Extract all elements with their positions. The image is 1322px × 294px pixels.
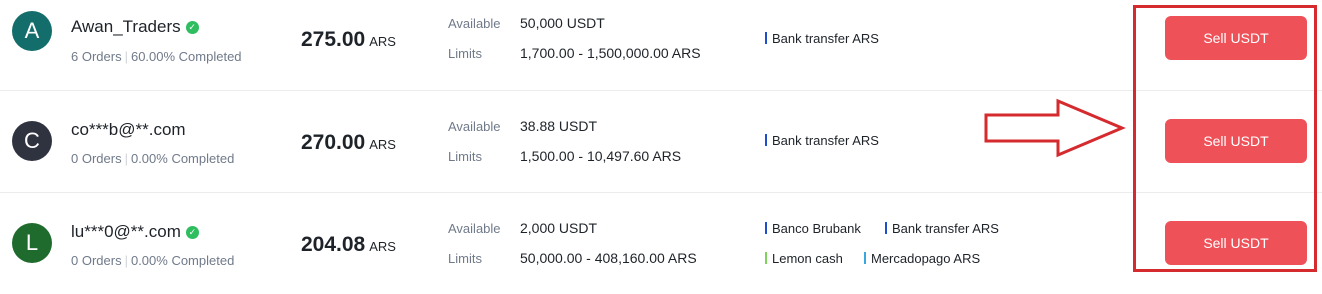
payment-method-label: Bank transfer ARS bbox=[892, 221, 999, 236]
payment-method-label: Lemon cash bbox=[772, 251, 843, 266]
payment-method-label: Mercadopago ARS bbox=[871, 251, 981, 266]
advertiser-name-text[interactable]: lu***0@**.com bbox=[71, 222, 181, 241]
advertiser-name[interactable]: Awan_Traders ✓ bbox=[71, 17, 199, 37]
verified-check-icon: ✓ bbox=[185, 21, 199, 34]
payment-marker bbox=[765, 32, 767, 44]
avatar[interactable]: L bbox=[12, 223, 52, 263]
limits-value: 50,000.00 - 408,160.00 ARS bbox=[520, 250, 697, 266]
price-currency: ARS bbox=[369, 137, 396, 152]
limits-label: Limits bbox=[448, 149, 482, 164]
payment-marker bbox=[765, 134, 767, 146]
limits-value: 1,700.00 - 1,500,000.00 ARS bbox=[520, 45, 701, 61]
avatar[interactable]: A bbox=[12, 11, 52, 51]
completion-rate: 0.00% Completed bbox=[130, 151, 235, 166]
advertiser-stats: 6 Orders | 60.00% Completed bbox=[71, 49, 242, 64]
advertiser-stats: 0 Orders | 0.00% Completed bbox=[71, 253, 234, 268]
available-label: Available bbox=[448, 119, 501, 134]
price-currency: ARS bbox=[369, 34, 396, 49]
price: 204.08 ARS bbox=[301, 233, 396, 257]
avatar[interactable]: C bbox=[12, 121, 52, 161]
available-value: 2,000 USDT bbox=[520, 220, 598, 236]
price-value: 204.08 bbox=[301, 233, 366, 256]
available-label: Available bbox=[448, 221, 501, 236]
payment-method: Bank transfer ARS bbox=[765, 31, 879, 46]
payment-method: Banco Brubank bbox=[765, 221, 861, 236]
payment-method-label: Banco Brubank bbox=[772, 221, 861, 236]
arrow-right-icon bbox=[984, 98, 1126, 158]
price-value: 275.00 bbox=[301, 28, 366, 51]
payment-method: Lemon cash bbox=[765, 251, 843, 266]
price-currency: ARS bbox=[369, 239, 396, 254]
verified-check-icon: ✓ bbox=[185, 226, 199, 239]
advertiser-name-text[interactable]: Awan_Traders bbox=[71, 17, 181, 36]
divider: | bbox=[124, 49, 128, 64]
price: 270.00 ARS bbox=[301, 131, 396, 155]
payment-method: Mercadopago ARS bbox=[864, 251, 980, 266]
orders-count: 6 Orders bbox=[71, 49, 122, 64]
payment-marker bbox=[765, 252, 767, 264]
divider: | bbox=[124, 151, 128, 166]
advertiser-name[interactable]: lu***0@**.com ✓ bbox=[71, 222, 199, 242]
advertiser-stats: 0 Orders | 0.00% Completed bbox=[71, 151, 234, 166]
completion-rate: 0.00% Completed bbox=[130, 253, 235, 268]
payment-method-label: Bank transfer ARS bbox=[772, 31, 879, 46]
completion-rate: 60.00% Completed bbox=[130, 49, 242, 64]
available-label: Available bbox=[448, 16, 501, 31]
divider: | bbox=[124, 253, 128, 268]
payment-marker bbox=[765, 222, 767, 234]
advertiser-name[interactable]: co***b@**.com bbox=[71, 120, 186, 140]
payment-marker bbox=[864, 252, 866, 264]
payment-method-label: Bank transfer ARS bbox=[772, 133, 879, 148]
available-value: 50,000 USDT bbox=[520, 15, 605, 31]
available-value: 38.88 USDT bbox=[520, 118, 598, 134]
limits-label: Limits bbox=[448, 251, 482, 266]
offer-row: A Awan_Traders ✓ 6 Orders | 60.00% Complete… bbox=[0, 0, 1322, 90]
limits-label: Limits bbox=[448, 46, 482, 61]
highlight-box bbox=[1133, 5, 1317, 272]
price: 275.00 ARS bbox=[301, 28, 396, 52]
advertiser-name-text[interactable]: co***b@**.com bbox=[71, 120, 186, 139]
payment-method: Bank transfer ARS bbox=[765, 133, 879, 148]
payment-method: Bank transfer ARS bbox=[885, 221, 999, 236]
payment-marker bbox=[885, 222, 887, 234]
price-value: 270.00 bbox=[301, 131, 366, 154]
limits-value: 1,500.00 - 10,497.60 ARS bbox=[520, 148, 682, 164]
orders-count: 0 Orders bbox=[71, 151, 122, 166]
orders-count: 0 Orders bbox=[71, 253, 122, 268]
